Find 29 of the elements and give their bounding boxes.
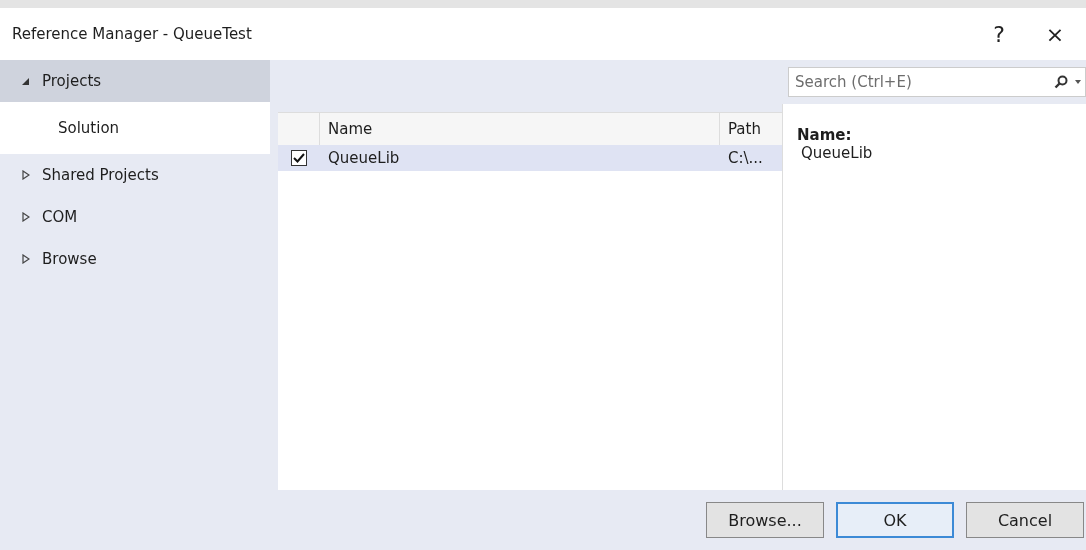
table-row[interactable]: QueueLib C:\... — [278, 145, 782, 171]
navigation-item-label: Projects — [42, 72, 102, 90]
navigation-item-label: Browse — [42, 250, 97, 268]
dialog-button[interactable]: OK — [836, 502, 954, 538]
navigation-item[interactable]: Solution — [0, 102, 270, 154]
checkbox[interactable] — [291, 150, 307, 166]
dialog-button[interactable]: Browse... — [706, 502, 824, 538]
column-header[interactable]: Path — [720, 113, 782, 145]
navigation-item-label: Shared Projects — [42, 166, 159, 184]
table-cell-text: C:\... — [727, 149, 764, 167]
dialog-button[interactable]: Cancel — [966, 502, 1084, 538]
expanded-triangle-icon — [22, 76, 30, 86]
table-cell-text: QueueLib — [327, 149, 401, 167]
dropdown-caret-icon — [1075, 80, 1081, 84]
detail-value: QueueLib — [800, 144, 874, 162]
collapsed-triangle-icon — [22, 170, 30, 180]
navigation-item-label: COM — [42, 208, 78, 226]
window-title: Reference Manager - QueueTest — [12, 25, 253, 43]
collapsed-triangle-icon — [22, 212, 30, 222]
help-button[interactable]: ? — [974, 14, 1024, 54]
navigation-item[interactable]: Browse — [0, 238, 270, 280]
navigation-item[interactable]: Projects — [0, 60, 270, 102]
close-button[interactable]: × — [1030, 14, 1080, 54]
search-field[interactable]: Search (Ctrl+E) — [788, 67, 1086, 97]
search-icon — [1054, 75, 1068, 89]
collapsed-triangle-icon — [22, 254, 30, 264]
navigation-item[interactable]: COM — [0, 196, 270, 238]
detail-label: Name: — [797, 126, 853, 144]
navigation-item[interactable]: Shared Projects — [0, 154, 270, 196]
